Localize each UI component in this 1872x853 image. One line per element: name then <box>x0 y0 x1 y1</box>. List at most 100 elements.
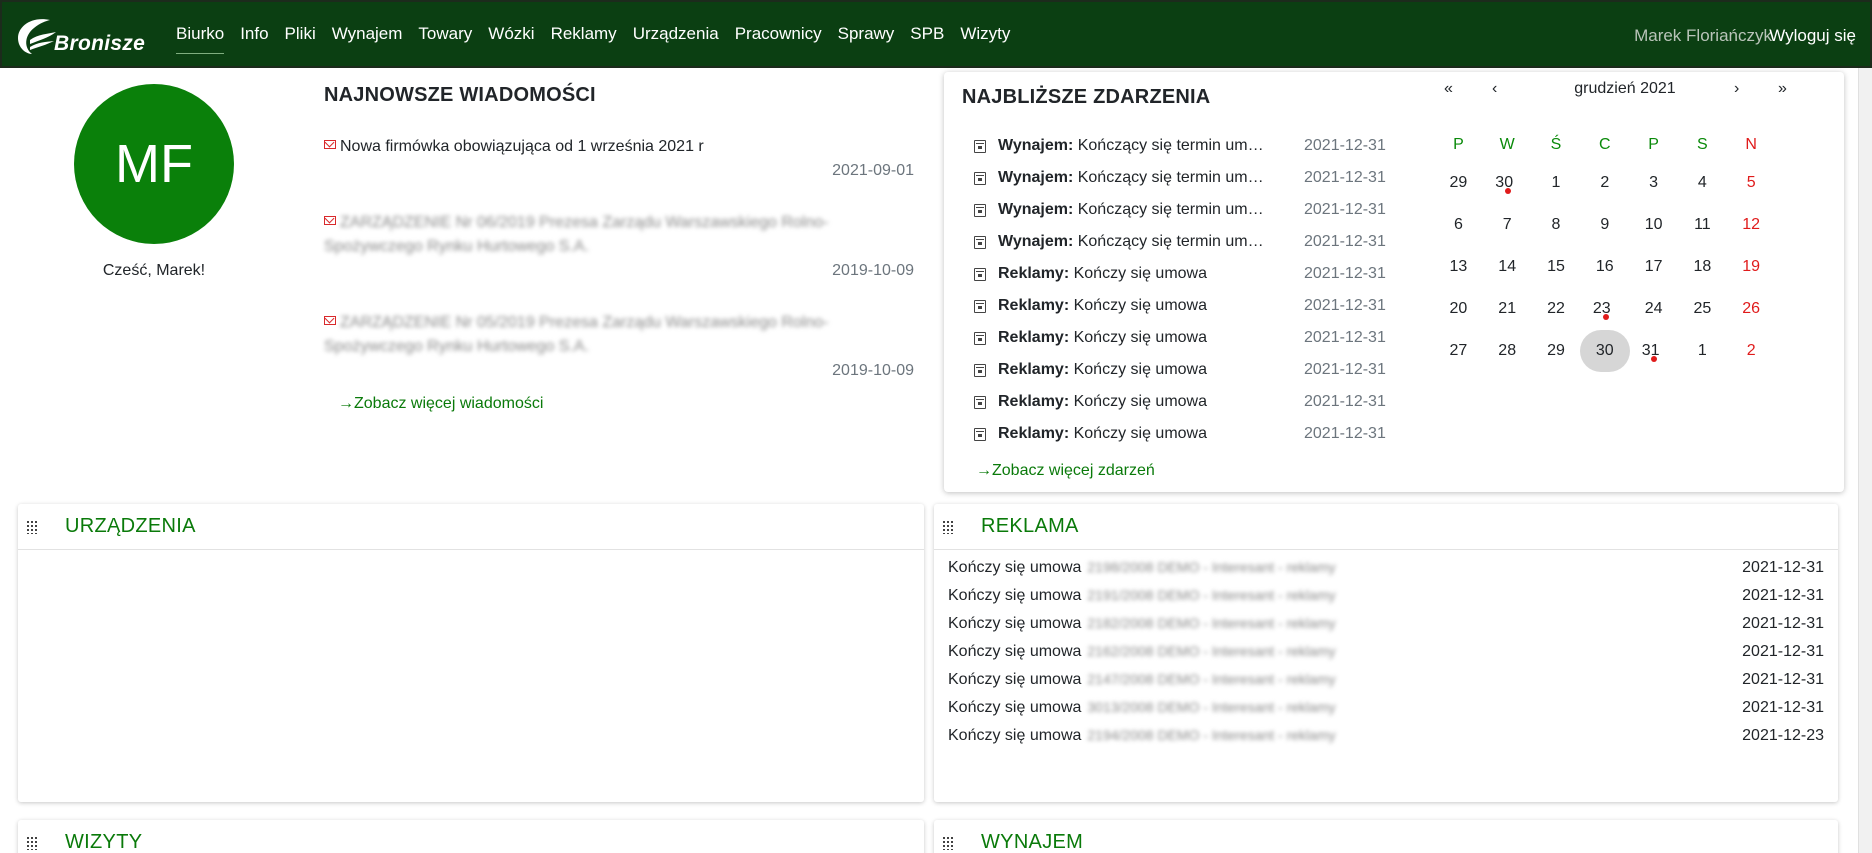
calendar-day[interactable]: 2 <box>1580 162 1629 204</box>
reklama-row-label: Kończy się umowa <box>948 587 1082 604</box>
brand-name: Bronisze <box>54 32 146 55</box>
calendar-day[interactable]: 19 <box>1727 246 1776 288</box>
reklama-list: Kończy się umowa 2198/2008 DEMO - Interes… <box>934 550 1838 750</box>
nav-item-pliki[interactable]: Pliki <box>277 2 324 66</box>
nav-item-pracownicy[interactable]: Pracownicy <box>727 2 830 66</box>
news-item-text[interactable]: Nowa firmówka obowiązująca od 1 września… <box>340 138 704 155</box>
event-date: 2021-12-31 <box>1304 393 1386 410</box>
nav-item-reklamy[interactable]: Reklamy <box>543 2 625 66</box>
news-see-more-link[interactable]: →Zobacz więcej wiadomości <box>338 395 543 413</box>
calendar-day[interactable]: 9 <box>1580 204 1629 246</box>
calendar-day[interactable]: 3 <box>1629 162 1678 204</box>
calendar-day[interactable]: 20 <box>1434 288 1483 330</box>
calendar-day[interactable]: 17 <box>1629 246 1678 288</box>
greeting-text: Cześć, Marek! <box>102 262 206 279</box>
calendar-day[interactable]: 21 <box>1483 288 1532 330</box>
drag-handle-icon[interactable] <box>942 519 954 534</box>
events-card: NAJBLIŻSZE ZDARZENIA Wynajem: Kończący s… <box>944 72 1844 492</box>
widget-reklama: REKLAMA Kończy się umowa 2198/2008 DEMO -… <box>934 504 1838 802</box>
calendar-day[interactable]: 18 <box>1678 246 1727 288</box>
reklama-row[interactable]: Kończy się umowa 2191/2008 DEMO - Interes… <box>934 582 1838 610</box>
news-item[interactable]: ZARZĄDZENIE Nr 06/2019 Prezesa Zarządu W… <box>324 211 914 283</box>
reklama-row[interactable]: Kończy się umowa 2147/2008 DEMO - Interes… <box>934 666 1838 694</box>
nav-item-wozki[interactable]: Wózki <box>480 2 542 66</box>
calendar-day[interactable]: 16 <box>1580 246 1629 288</box>
calendar-day[interactable]: 2 <box>1727 330 1776 372</box>
event-row[interactable]: Reklamy: Kończy się umowa 2021-12-31 <box>974 322 1404 354</box>
calendar-day[interactable]: 15 <box>1532 246 1581 288</box>
nav-item-towary[interactable]: Towary <box>410 2 480 66</box>
calendar-day[interactable]: 1 <box>1678 330 1727 372</box>
news-item-text[interactable]: ZARZĄDZENIE Nr 05/2019 Prezesa Zarządu W… <box>324 314 828 355</box>
calendar-day[interactable]: 28 <box>1483 330 1532 372</box>
nav-item-urzadzenia[interactable]: Urządzenia <box>625 2 727 66</box>
nav-item-wynajem[interactable]: Wynajem <box>324 2 411 66</box>
calendar-icon <box>974 299 986 313</box>
next-year-button[interactable]: » <box>1778 80 1787 98</box>
news-item[interactable]: ZARZĄDZENIE Nr 05/2019 Prezesa Zarządu W… <box>324 311 914 383</box>
event-row[interactable]: Reklamy: Kończy się umowa 2021-12-31 <box>974 418 1404 450</box>
calendar-day[interactable]: 10 <box>1629 204 1678 246</box>
event-row[interactable]: Wynajem: Kończący się termin umowy 2021-1… <box>974 162 1404 194</box>
event-row[interactable]: Reklamy: Kończy się umowa 2021-12-31 <box>974 386 1404 418</box>
calendar-day[interactable]: 7 <box>1483 204 1532 246</box>
calendar-day-number: 18 <box>1693 258 1712 275</box>
logout-link[interactable]: Wyloguj się <box>1769 26 1856 46</box>
calendar-day[interactable]: 8 <box>1532 204 1581 246</box>
calendar-day[interactable]: 30 <box>1483 162 1532 204</box>
calendar-day[interactable]: 6 <box>1434 204 1483 246</box>
calendar-day[interactable]: 29 <box>1434 162 1483 204</box>
main-menu: Biurko Info Pliki Wynajem Towary Wózki R… <box>168 2 1018 66</box>
events-see-more-link[interactable]: →Zobacz więcej zdarzeń <box>976 462 1155 480</box>
event-row[interactable]: Reklamy: Kończy się umowa 2021-12-31 <box>974 258 1404 290</box>
reklama-row[interactable]: Kończy się umowa 2182/2008 DEMO - Interes… <box>934 610 1838 638</box>
event-row[interactable]: Wynajem: Kończący się termin umowy 2021-1… <box>974 130 1404 162</box>
nav-item-info[interactable]: Info <box>232 2 276 66</box>
calendar-day[interactable]: 29 <box>1532 330 1581 372</box>
nav-item-biurko[interactable]: Biurko <box>168 2 232 66</box>
nav-item-wizyty[interactable]: Wizyty <box>952 2 1018 66</box>
envelope-icon <box>324 140 336 149</box>
drag-handle-icon[interactable] <box>26 835 38 850</box>
calendar-day[interactable]: 30 <box>1579 330 1630 372</box>
calendar-day-number: 9 <box>1600 216 1610 233</box>
calendar-day[interactable]: 31 <box>1629 330 1678 372</box>
calendar-day[interactable]: 11 <box>1678 204 1727 246</box>
event-row[interactable]: Reklamy: Kończy się umowa 2021-12-31 <box>974 354 1404 386</box>
brand-logo[interactable]: Bronisze <box>14 14 154 58</box>
event-category: Wynajem: <box>998 201 1074 218</box>
event-row[interactable]: Wynajem: Kończący się termin umowy 2021-1… <box>974 226 1404 258</box>
news-title: NAJNOWSZE WIADOMOŚCI <box>324 84 596 106</box>
calendar-day[interactable]: 14 <box>1483 246 1532 288</box>
news-item[interactable]: Nowa firmówka obowiązująca od 1 września… <box>324 135 914 183</box>
calendar-day-number: 4 <box>1697 174 1707 191</box>
calendar-day[interactable]: 27 <box>1434 330 1483 372</box>
drag-handle-icon[interactable] <box>26 519 38 534</box>
calendar-day[interactable]: 1 <box>1532 162 1581 204</box>
calendar-day[interactable]: 13 <box>1434 246 1483 288</box>
reklama-row[interactable]: Kończy się umowa 2194/2008 DEMO - Interes… <box>934 722 1838 750</box>
calendar-day[interactable]: 4 <box>1678 162 1727 204</box>
page-scrollbar[interactable] <box>1858 68 1872 853</box>
calendar-day[interactable]: 24 <box>1629 288 1678 330</box>
prev-year-button[interactable]: « <box>1444 80 1453 98</box>
reklama-row[interactable]: Kończy się umowa 2198/2008 DEMO - Interes… <box>934 554 1838 582</box>
event-row[interactable]: Reklamy: Kończy się umowa 2021-12-31 <box>974 290 1404 322</box>
calendar-day[interactable]: 25 <box>1678 288 1727 330</box>
nav-item-sprawy[interactable]: Sprawy <box>830 2 903 66</box>
user-name[interactable]: Marek Floriańczyk <box>1634 26 1772 46</box>
calendar-day-number: 1 <box>1551 174 1561 191</box>
event-row[interactable]: Wynajem: Kończący się termin umowy 2021-1… <box>974 194 1404 226</box>
nav-item-spb[interactable]: SPB <box>902 2 952 66</box>
calendar-day[interactable]: 12 <box>1727 204 1776 246</box>
calendar-day[interactable]: 22 <box>1532 288 1581 330</box>
next-month-button[interactable]: › <box>1734 80 1739 98</box>
news-item-text[interactable]: ZARZĄDZENIE Nr 06/2019 Prezesa Zarządu W… <box>324 214 828 255</box>
prev-month-button[interactable]: ‹ <box>1492 80 1497 98</box>
calendar-day[interactable]: 26 <box>1727 288 1776 330</box>
calendar-day[interactable]: 5 <box>1727 162 1776 204</box>
drag-handle-icon[interactable] <box>942 835 954 850</box>
reklama-row[interactable]: Kończy się umowa 3013/2008 DEMO - Interes… <box>934 694 1838 722</box>
calendar-day[interactable]: 23 <box>1580 288 1629 330</box>
reklama-row[interactable]: Kończy się umowa 2162/2008 DEMO - Interes… <box>934 638 1838 666</box>
